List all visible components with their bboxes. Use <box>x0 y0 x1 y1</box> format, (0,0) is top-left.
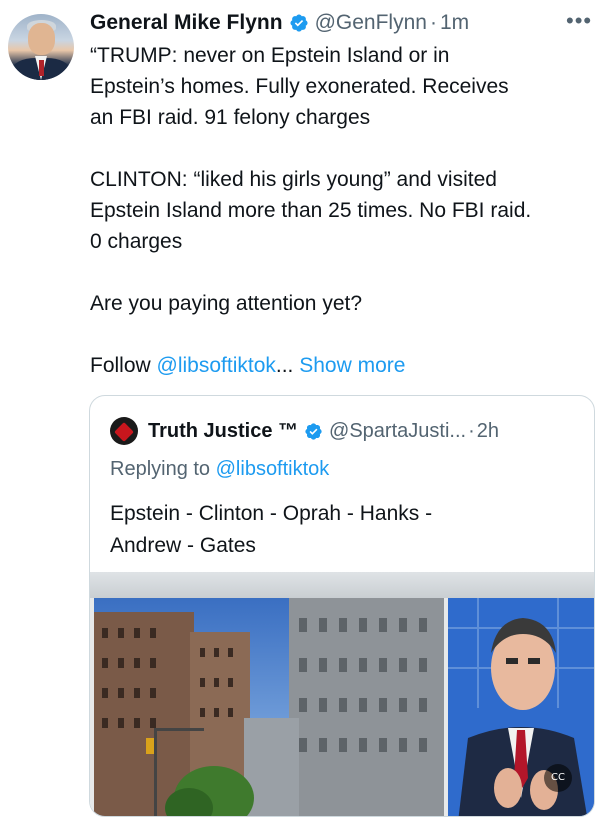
tweet-line: Epstein’s homes. Fully exonerated. Recei… <box>90 75 509 98</box>
follow-prefix: Follow <box>90 354 157 377</box>
follow-line: Follow @libsoftiktok... Show more <box>90 350 595 381</box>
verified-badge-icon <box>290 14 308 32</box>
replying-to: Replying to @libsoftiktok <box>110 458 329 481</box>
quote-time[interactable]: 2h <box>477 420 499 443</box>
quote-text: Epstein - Clinton - Oprah - Hanks - Andr… <box>110 498 580 562</box>
quote-author-name[interactable]: Truth Justice ™ <box>148 420 298 443</box>
tweet-line: “TRUMP: never on Epstein Island or in <box>90 44 450 67</box>
tweet-text: “TRUMP: never on Epstein Island or in Ep… <box>90 40 595 381</box>
separator-dot: · <box>429 11 437 34</box>
media-photo-speaker[interactable] <box>448 598 594 816</box>
tweet-line: 0 charges <box>90 230 183 253</box>
tweet-line: Epstein Island more than 25 times. No FB… <box>90 199 532 222</box>
quote-author-handle[interactable]: @SpartaJusti... <box>329 420 466 443</box>
buildings-image <box>94 598 444 816</box>
quote-media[interactable]: CC <box>90 572 594 816</box>
ellipsis: ... <box>275 354 294 377</box>
replying-prefix: Replying to <box>110 458 216 480</box>
tweet-line: an FBI raid. 91 felony charges <box>90 106 371 129</box>
tweet-header: General Mike Flynn @GenFlynn · 1m <box>90 8 469 38</box>
more-horizontal-icon[interactable]: ••• <box>566 8 592 34</box>
post-time[interactable]: 1m <box>440 11 469 35</box>
quote-line: Andrew - Gates <box>110 534 256 557</box>
closed-captions-icon[interactable]: CC <box>544 764 572 792</box>
tweet: General Mike Flynn @GenFlynn · 1m ••• “T… <box>0 0 602 817</box>
author-handle[interactable]: @GenFlynn <box>315 11 427 35</box>
replying-to-link[interactable]: @libsoftiktok <box>216 458 330 480</box>
quote-author-avatar[interactable] <box>110 417 138 445</box>
separator-dot: · <box>468 419 475 442</box>
speaker-image <box>448 598 594 816</box>
verified-badge-icon <box>305 422 322 440</box>
quoted-tweet[interactable]: Truth Justice ™ @SpartaJusti... · 2h Rep… <box>89 395 595 817</box>
author-name[interactable]: General Mike Flynn <box>90 11 283 35</box>
tweet-line: CLINTON: “liked his girls young” and vis… <box>90 168 497 191</box>
author-avatar[interactable] <box>8 14 74 80</box>
tweet-line: Are you paying attention yet? <box>90 292 363 315</box>
media-photo-buildings[interactable] <box>94 598 444 816</box>
mention-link[interactable]: @libsoftiktok <box>157 354 276 377</box>
quote-header: Truth Justice ™ @SpartaJusti... · 2h <box>110 417 499 445</box>
media-top-strip <box>90 572 594 598</box>
quote-line: Epstein - Clinton - Oprah - Hanks - <box>110 502 433 525</box>
show-more-link[interactable]: Show more <box>299 354 405 377</box>
